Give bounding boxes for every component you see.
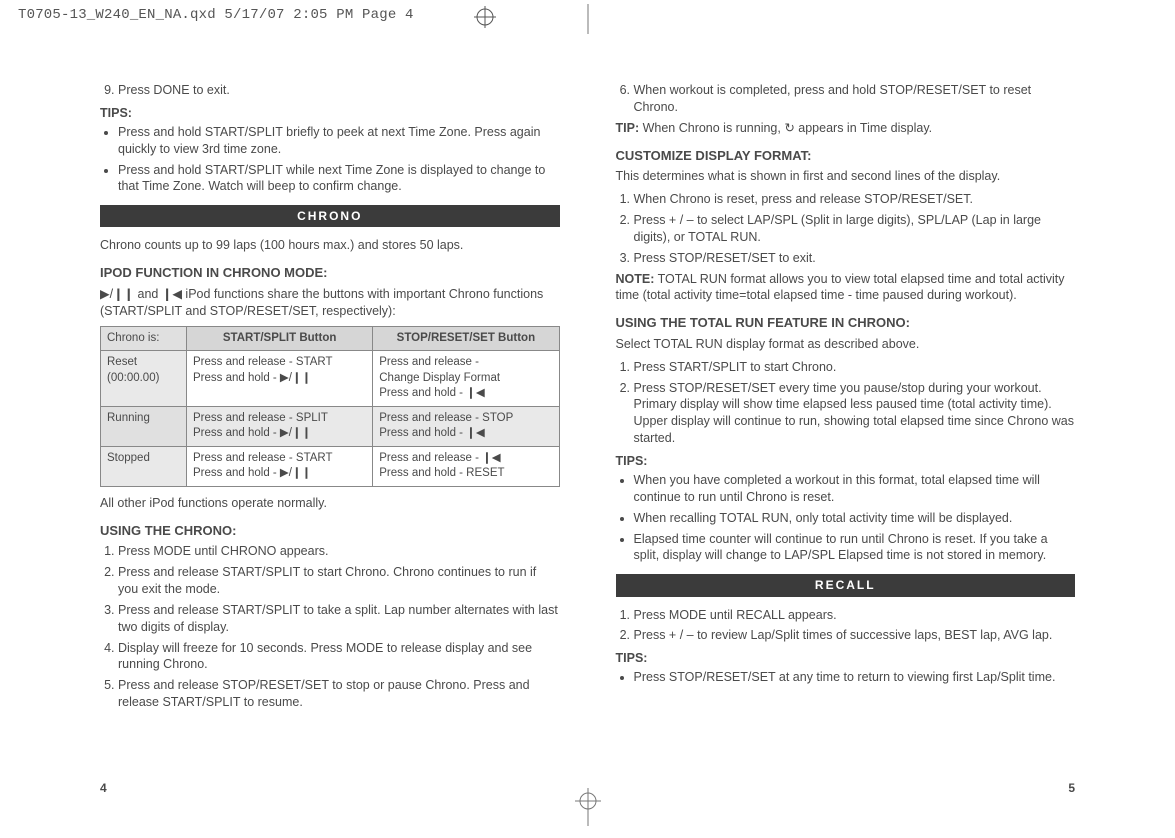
page-number-left: 4 xyxy=(100,780,107,796)
using-total-run-heading: USING THE TOTAL RUN FEATURE IN CHRONO: xyxy=(616,314,1076,332)
using-chrono-heading: USING THE CHRONO: xyxy=(100,522,560,540)
th-stop-reset: STOP/RESET/SET Button xyxy=(373,326,559,351)
registration-mark-top xyxy=(474,6,496,33)
tips-heading: TIPS: xyxy=(616,650,1076,667)
customize-display-heading: CUSTOMIZE DISPLAY FORMAT: xyxy=(616,147,1076,165)
total-run-note: NOTE: TOTAL RUN format allows you to vie… xyxy=(616,271,1076,305)
section-bar-chrono: CHRONO xyxy=(100,205,560,227)
ipod-function-table: Chrono is: START/SPLIT Button STOP/RESET… xyxy=(100,326,560,487)
page-number-right: 5 xyxy=(1068,780,1075,796)
td-stop-running: Press and release - STOP Press and hold … xyxy=(373,406,559,446)
ipod-paragraph: ▶/❙❙ and ❙◀ iPod functions share the but… xyxy=(100,286,560,320)
tip-item: Press and hold START/SPLIT briefly to pe… xyxy=(118,124,560,158)
th-chrono-is: Chrono is: xyxy=(101,326,187,351)
tips-heading: TIPS: xyxy=(100,105,560,122)
using-step: Press and release START/SPLIT to take a … xyxy=(118,602,560,636)
step-9: Press DONE to exit. xyxy=(118,82,560,99)
chrono-tip: TIP: When Chrono is running, ↻ appears i… xyxy=(616,120,1076,137)
td-stop-stopped: Press and release - ❙◀ Press and hold - … xyxy=(373,446,559,486)
using-step: Display will freeze for 10 seconds. Pres… xyxy=(118,640,560,674)
select-total-run: Select TOTAL RUN display format as descr… xyxy=(616,336,1076,353)
crop-mark-top xyxy=(578,4,598,34)
tip-item: Elapsed time counter will continue to ru… xyxy=(634,531,1076,565)
td-state-running: Running xyxy=(101,406,187,446)
recall-step: Press + / – to review Lap/Split times of… xyxy=(634,627,1076,644)
tips-heading: TIPS: xyxy=(616,453,1076,470)
th-start-split: START/SPLIT Button xyxy=(187,326,373,351)
chrono-intro: Chrono counts up to 99 laps (100 hours m… xyxy=(100,237,560,254)
using-step-6: When workout is completed, press and hol… xyxy=(634,82,1076,116)
customize-intro: This determines what is shown in first a… xyxy=(616,168,1076,185)
total-run-step: Press STOP/RESET/SET every time you paus… xyxy=(634,380,1076,448)
using-step: Press and release STOP/RESET/SET to stop… xyxy=(118,677,560,711)
print-slug: T0705-13_W240_EN_NA.qxd 5/17/07 2:05 PM … xyxy=(18,6,414,25)
customize-step: Press STOP/RESET/SET to exit. xyxy=(634,250,1076,267)
using-step: Press MODE until CHRONO appears. xyxy=(118,543,560,560)
right-column: When workout is completed, press and hol… xyxy=(616,80,1076,788)
td-state-stopped: Stopped xyxy=(101,446,187,486)
customize-step: Press + / – to select LAP/SPL (Split in … xyxy=(634,212,1076,246)
ipod-function-heading: IPOD FUNCTION IN CHRONO MODE: xyxy=(100,264,560,282)
crop-mark-bottom xyxy=(573,786,603,826)
all-other-functions: All other iPod functions operate normall… xyxy=(100,495,560,512)
td-state-reset: Reset (00:00.00) xyxy=(101,351,187,407)
left-column: Press DONE to exit. TIPS: Press and hold… xyxy=(100,80,560,788)
section-bar-recall: RECALL xyxy=(616,574,1076,596)
tip-item: Press STOP/RESET/SET at any time to retu… xyxy=(634,669,1076,686)
customize-step: When Chrono is reset, press and release … xyxy=(634,191,1076,208)
using-step: Press and release START/SPLIT to start C… xyxy=(118,564,560,598)
td-stop-reset: Press and release - Change Display Forma… xyxy=(373,351,559,407)
tip-item: When you have completed a workout in thi… xyxy=(634,472,1076,506)
td-start-reset: Press and release - START Press and hold… xyxy=(187,351,373,407)
recall-step: Press MODE until RECALL appears. xyxy=(634,607,1076,624)
td-start-running: Press and release - SPLIT Press and hold… xyxy=(187,406,373,446)
tip-item: Press and hold START/SPLIT while next Ti… xyxy=(118,162,560,196)
td-start-stopped: Press and release - START Press and hold… xyxy=(187,446,373,486)
total-run-step: Press START/SPLIT to start Chrono. xyxy=(634,359,1076,376)
tip-item: When recalling TOTAL RUN, only total act… xyxy=(634,510,1076,527)
